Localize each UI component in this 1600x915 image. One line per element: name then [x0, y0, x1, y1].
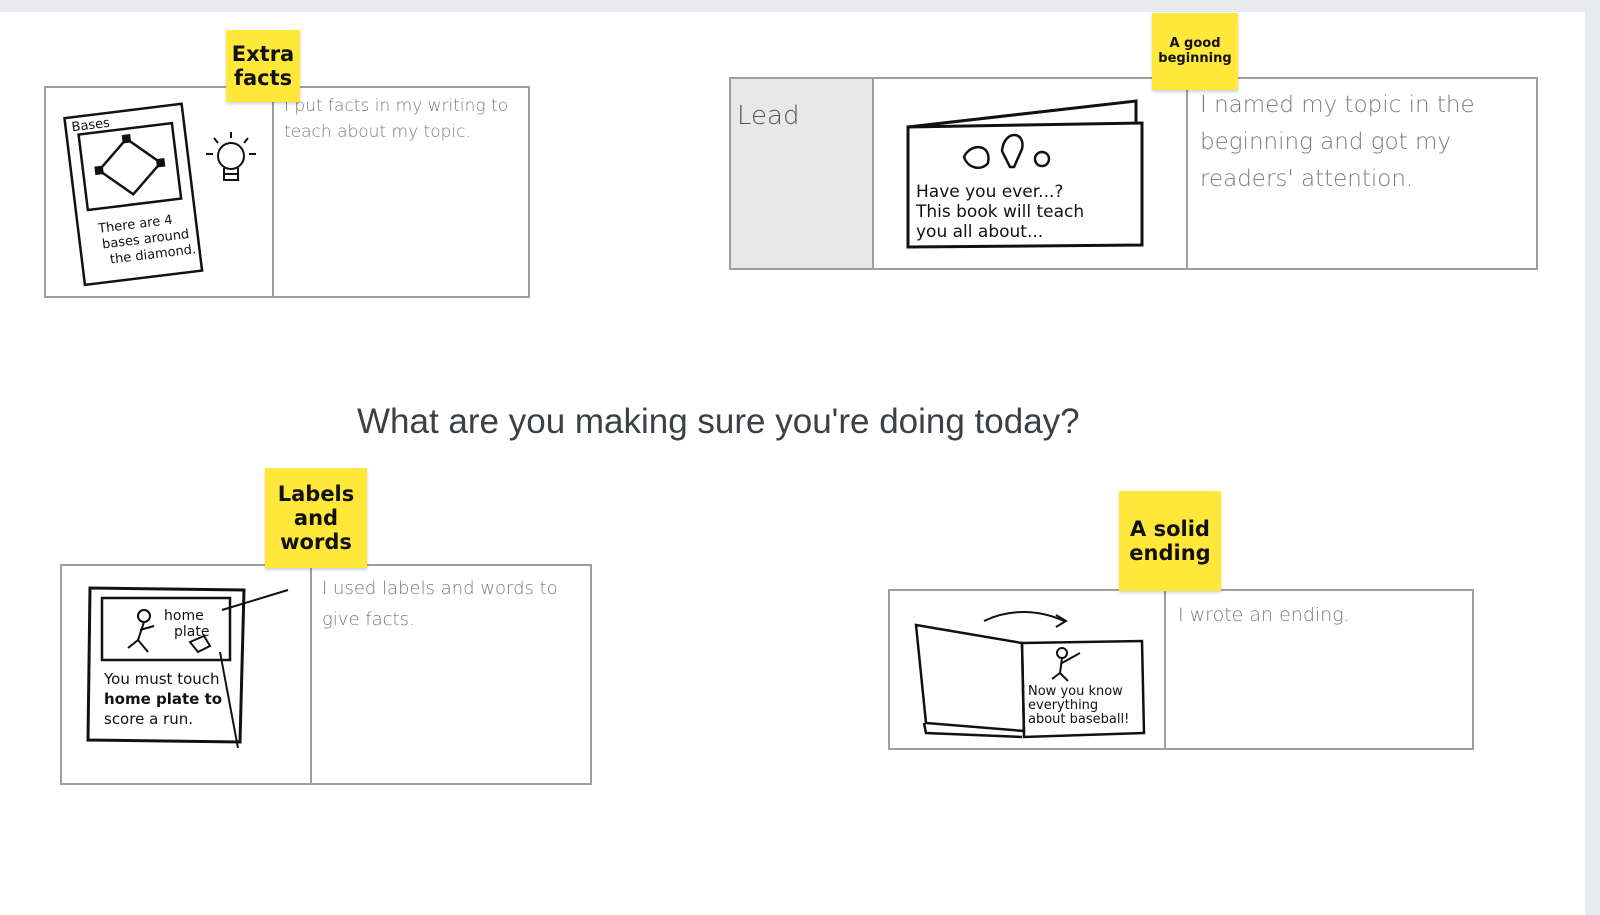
- description-cell: I used labels and words to give facts.: [310, 566, 590, 783]
- description-cell: I wrote an ending.: [1164, 591, 1472, 748]
- book-line-2: everything: [1028, 698, 1098, 713]
- sticky-note-extra-facts[interactable]: Extra facts: [226, 30, 300, 102]
- sticky-text-line-1: A solid: [1130, 516, 1210, 541]
- description-cell: I put facts in my writing to teach about…: [272, 88, 528, 296]
- sticky-note-labels-words[interactable]: Labels and words: [265, 468, 367, 568]
- book-illustration: Have you ever...? This book will teach y…: [906, 99, 1144, 249]
- illustration-cell: Bases There are 4 bases around the diamo…: [46, 88, 272, 296]
- book-line-1: Now you know: [1028, 684, 1123, 699]
- caption-line-1: You must touch: [103, 670, 220, 688]
- card-description: I wrote an ending.: [1178, 604, 1350, 626]
- illustration-cell: Now you know everything about baseball!: [890, 591, 1164, 748]
- sticky-text-line-2: facts: [233, 66, 293, 90]
- description-cell: I named my topic in the beginning and go…: [1186, 79, 1536, 268]
- label-line-2: plate: [174, 624, 209, 640]
- sticky-text-line-1: Labels: [277, 481, 355, 506]
- label-line-1: home: [164, 608, 204, 624]
- sticky-note-good-beginning[interactable]: A good beginning: [1152, 13, 1238, 90]
- scrollbar-track[interactable]: [1585, 12, 1600, 915]
- slide-prompt: What are you making sure you're doing to…: [357, 402, 1080, 441]
- sticky-text-line-2: ending: [1129, 541, 1211, 565]
- card-labels-words[interactable]: home plate You must touch home plate to …: [60, 564, 592, 785]
- caption-line-3: score a run.: [104, 710, 193, 728]
- card-extra-facts[interactable]: Bases There are 4 bases around the diamo…: [44, 86, 530, 298]
- book-line-2: This book will teach: [915, 202, 1084, 222]
- sticky-text-line-2: beginning: [1158, 50, 1232, 66]
- card-good-beginning[interactable]: Lead Have you ever...? This book will te…: [729, 77, 1538, 270]
- sticky-text-line-2: and: [293, 505, 339, 530]
- card-description: I named my topic in the beginning and go…: [1200, 92, 1475, 192]
- open-book-illustration: Now you know everything about baseball!: [914, 611, 1146, 739]
- lead-cell: Lead: [731, 79, 872, 268]
- book-line-1: Have you ever...?: [916, 182, 1063, 202]
- illustration-cell: home plate You must touch home plate to …: [62, 566, 310, 783]
- sticky-text-line-1: A good: [1169, 35, 1221, 51]
- lead-label: Lead: [737, 101, 800, 131]
- book-line-3: about baseball!: [1028, 712, 1129, 727]
- home-plate-illustration: home plate You must touch home plate to …: [86, 586, 289, 749]
- baseball-card-illustration: Bases There are 4 bases around the diamo…: [63, 102, 256, 287]
- lightbulb-icon: [206, 132, 256, 181]
- book-line-3: you all about...: [916, 222, 1043, 242]
- sticky-note-solid-ending[interactable]: A solid ending: [1119, 491, 1221, 591]
- sticky-text-line-1: Extra: [231, 41, 295, 66]
- card-description: I put facts in my writing to teach about…: [284, 96, 509, 142]
- card-solid-ending[interactable]: Now you know everything about baseball! …: [888, 589, 1474, 750]
- card-description: I used labels and words to give facts.: [322, 578, 558, 630]
- sticky-text-line-3: words: [280, 530, 352, 555]
- illustration-cell: Have you ever...? This book will teach y…: [872, 79, 1186, 268]
- caption-line-2: home plate to: [104, 690, 222, 708]
